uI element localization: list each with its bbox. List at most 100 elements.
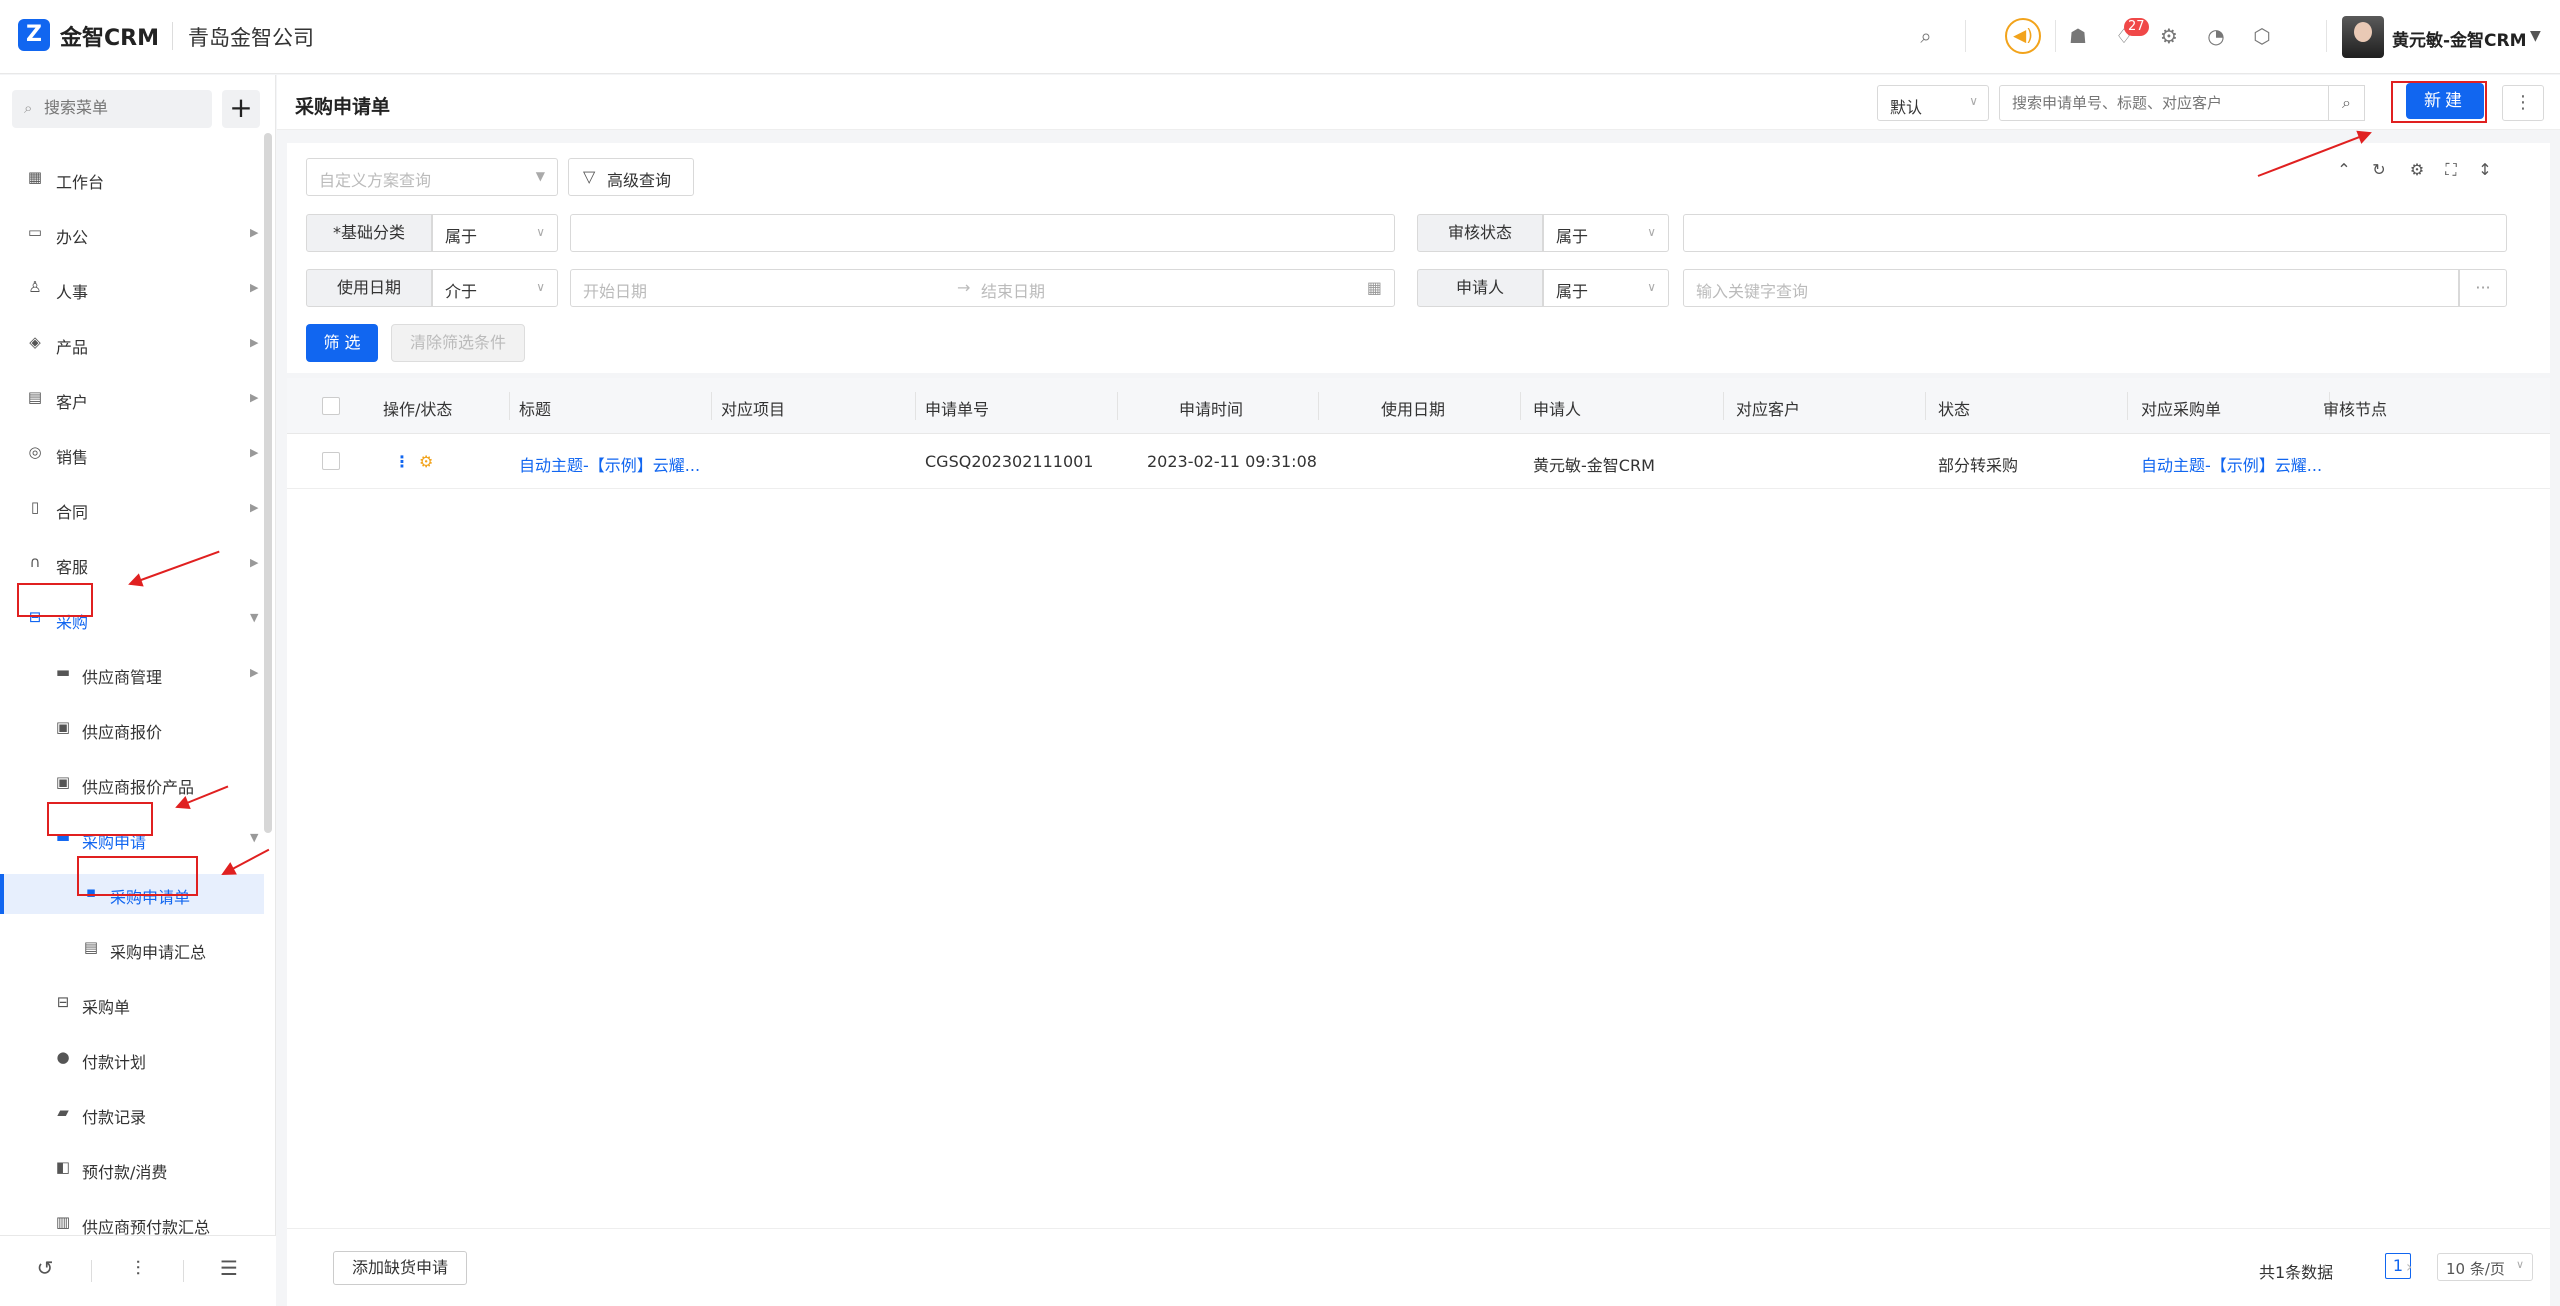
column-header[interactable]: 对应采购单 — [2141, 396, 2221, 420]
history-icon[interactable]: ↺ — [30, 1256, 60, 1280]
sidebar-item-workbench[interactable]: ▦ 工作台 — [0, 159, 264, 199]
quote-icon: ▣ — [55, 718, 71, 736]
settings-icon[interactable]: ⚙ — [2405, 160, 2429, 179]
divider — [711, 392, 712, 420]
search-icon[interactable]: ⌕ — [1912, 22, 1940, 50]
sidebar-item-supplier-quote[interactable]: ▣ 供应商报价 — [0, 709, 264, 749]
row-purchase-order-link[interactable]: 自动主题-【示例】云耀... — [2141, 452, 2322, 476]
sidebar-item-prepay[interactable]: ◧ 预付款/消费 — [0, 1149, 264, 1189]
sidebar-item-hr[interactable]: ♙ 人事 ▶ — [0, 269, 264, 309]
contacts-icon[interactable]: ☗ — [2064, 22, 2092, 50]
sidebar-item-product[interactable]: ◈ 产品 ▶ — [0, 324, 264, 364]
user-name[interactable]: 黄元敏-金智CRM — [2392, 26, 2527, 51]
fullscreen-icon[interactable]: ⛶ — [2439, 160, 2463, 180]
sidebar-footer: ↺ ⫶ ☰ — [0, 1235, 276, 1306]
table-header: 操作/状态 标题 对应项目 申请单号 申请时间 使用日期 申请人 对应客户 状态… — [287, 378, 2550, 434]
menu-search[interactable]: ⌕ — [12, 90, 212, 128]
prev-page-icon[interactable]: ‹ — [2321, 1257, 2327, 1276]
sidebar-item-customer[interactable]: ▤ 客户 ▶ — [0, 379, 264, 419]
add-shortage-button[interactable]: 添加缺货申请 — [333, 1251, 467, 1285]
sidebar-item-supplier-quote-product[interactable]: ▣ 供应商报价产品 — [0, 764, 264, 804]
speaker-icon[interactable]: ◀) — [2005, 18, 2041, 54]
start-date-placeholder[interactable]: 开始日期 — [583, 282, 647, 301]
sidebar-item-label: 供应商报价 — [82, 723, 163, 742]
sidebar-item-contract[interactable]: ▯ 合同 ▶ — [0, 489, 264, 529]
operator-value: 属于 — [1556, 227, 1589, 246]
more-options-button[interactable]: ⋮ — [2502, 85, 2544, 121]
sidebar-item-label: 客户 — [56, 393, 89, 412]
box-icon: ◈ — [29, 333, 41, 351]
menu-search-input[interactable] — [44, 98, 204, 117]
next-page-icon[interactable]: › — [2406, 1257, 2412, 1276]
category-value-input[interactable] — [570, 214, 1395, 252]
cube-icon[interactable]: ⬡ — [2248, 22, 2276, 50]
add-menu-button[interactable]: + — [222, 90, 260, 128]
divider — [1723, 392, 1724, 420]
row-actions-icon[interactable]: ⋮ — [394, 452, 410, 471]
status-progress-icon: ⚙ — [419, 452, 434, 471]
sidebar-item-sales[interactable]: ◎ 销售 ▶ — [0, 434, 264, 474]
refresh-icon[interactable]: ↻ — [2367, 160, 2391, 179]
column-header[interactable]: 标题 — [519, 396, 551, 420]
category-operator-select[interactable]: 属于 ∨ — [432, 214, 558, 252]
column-header[interactable]: 申请人 — [1533, 396, 1581, 420]
pie-chart-icon[interactable]: ◔ — [2202, 22, 2230, 50]
column-header[interactable]: 状态 — [1938, 396, 1970, 420]
table-row[interactable]: ⋮ ⚙ 自动主题-【示例】云耀... CGSQ202302111001 2023… — [287, 434, 2550, 489]
sidebar-item-label: 合同 — [56, 503, 89, 522]
sidebar-scrollbar[interactable] — [264, 133, 272, 833]
apply-filter-button[interactable]: 筛 选 — [306, 324, 378, 362]
row-checkbox[interactable] — [322, 452, 340, 470]
search-button[interactable]: ⌕ — [2329, 85, 2365, 121]
date-operator-select[interactable]: 介于 ∨ — [432, 269, 558, 307]
column-header[interactable]: 使用日期 — [1381, 396, 1445, 420]
row-time: 2023-02-11 09:31:08 — [1147, 452, 1317, 471]
sidebar-item-payment-record[interactable]: ▰ 付款记录 — [0, 1094, 264, 1134]
search-input[interactable] — [1999, 85, 2329, 121]
avatar[interactable] — [2342, 16, 2384, 58]
row-title-link[interactable]: 自动主题-【示例】云耀... — [519, 452, 700, 476]
sidebar-item-supplier-mgmt[interactable]: ▬ 供应商管理 ▶ — [0, 654, 264, 694]
sliders-icon[interactable]: ⫶ — [123, 1256, 153, 1280]
scheme-placeholder: 自定义方案查询 — [319, 171, 432, 190]
audit-operator-select[interactable]: 属于 ∨ — [1543, 214, 1669, 252]
row-height-icon[interactable]: ↕ — [2473, 160, 2497, 179]
chevron-right-icon: ▶ — [250, 666, 259, 679]
chevron-down-icon[interactable]: ▼ — [2530, 28, 2541, 44]
applicant-operator-select[interactable]: 属于 ∨ — [1543, 269, 1669, 307]
column-header[interactable]: 申请单号 — [925, 396, 989, 420]
applicant-keyword-input[interactable]: 输入关键字查询 — [1683, 269, 2459, 307]
date-range-picker[interactable]: 开始日期 → 结束日期 ▦ — [570, 269, 1395, 307]
chevron-down-icon: ▼ — [250, 611, 259, 624]
clear-filter-button[interactable]: 清除筛选条件 — [391, 324, 525, 362]
sidebar-item-purchase-order[interactable]: ⊟ 采购单 — [0, 984, 264, 1024]
collapse-menu-icon[interactable]: ☰ — [214, 1256, 244, 1280]
scheme-select[interactable]: 自定义方案查询 ▼ — [306, 158, 558, 196]
filter-label-applicant: 申请人 — [1417, 269, 1543, 307]
column-header[interactable]: 对应客户 — [1736, 396, 1800, 420]
column-header[interactable]: 申请时间 — [1179, 396, 1243, 420]
page-size-select[interactable]: 10 条/页 ∨ — [2437, 1253, 2533, 1281]
advanced-query-button[interactable]: ▽ 高级查询 — [568, 158, 694, 196]
collapse-up-icon[interactable]: ⌃ — [2332, 160, 2356, 179]
view-select[interactable]: 默认 ∨ — [1877, 85, 1989, 121]
column-header[interactable]: 对应项目 — [721, 396, 785, 420]
column-header[interactable]: 操作/状态 — [383, 396, 452, 420]
app-logo[interactable]: Z — [18, 19, 50, 51]
gear-icon[interactable]: ⚙ — [2155, 22, 2183, 50]
sidebar-item-office[interactable]: ▭ 办公 ▶ — [0, 214, 264, 254]
sidebar-item-payment-plan[interactable]: ● 付款计划 — [0, 1039, 264, 1079]
column-header[interactable]: 审核节点 — [2323, 396, 2387, 420]
sidebar-item-label: 工作台 — [56, 173, 105, 192]
divider — [1925, 392, 1926, 420]
customer-icon: ▤ — [27, 388, 43, 406]
filter-label-category: *基础分类 — [306, 214, 432, 252]
summary-icon: ▤ — [83, 938, 99, 956]
sidebar-item-purchase-request-summary[interactable]: ▤ 采购申请汇总 — [0, 929, 264, 969]
applicant-picker-button[interactable]: ··· — [2459, 269, 2507, 307]
end-date-placeholder[interactable]: 结束日期 — [981, 278, 1045, 302]
sidebar-item-label: 采购单 — [82, 998, 131, 1017]
divider — [2055, 20, 2056, 52]
audit-status-input[interactable] — [1683, 214, 2507, 252]
select-all-checkbox[interactable] — [322, 397, 340, 415]
